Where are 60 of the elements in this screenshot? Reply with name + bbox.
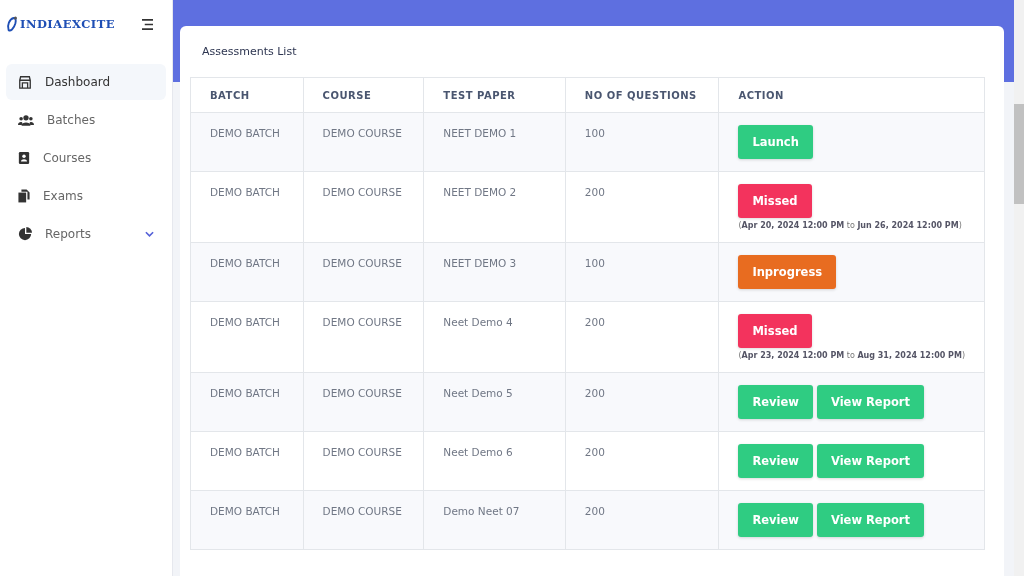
users-icon	[18, 113, 34, 127]
pie-chart-icon	[18, 227, 32, 241]
report-button[interactable]: View Report	[816, 385, 924, 419]
column-header: BATCH	[190, 77, 304, 113]
table-cell: Neet Demo 6	[423, 431, 566, 491]
missed-button[interactable]: Missed	[738, 184, 812, 218]
review-button[interactable]: Review	[738, 385, 813, 419]
table-cell: 100	[565, 242, 719, 302]
table-cell: Demo Neet 07	[423, 490, 566, 550]
card-title: Assessments List	[202, 45, 298, 60]
date-range: (Apr 23, 2024 12:00 PM to Aug 31, 2024 12:00 PM)	[738, 351, 965, 360]
column-header: COURSE	[303, 77, 424, 113]
table-cell: DEMO COURSE	[303, 171, 424, 243]
table-cell: DEMO COURSE	[303, 372, 424, 432]
brand-name: INDIAEXCITE	[20, 17, 115, 31]
column-header: ACTION	[718, 77, 985, 113]
review-button[interactable]: Review	[738, 503, 813, 537]
table-cell: DEMO BATCH	[190, 490, 304, 550]
sidebar-item[interactable]: Batches	[6, 102, 166, 138]
table-cell: DEMO BATCH	[190, 242, 304, 302]
menu-icon[interactable]	[141, 18, 154, 30]
table-cell: Neet Demo 5	[423, 372, 566, 432]
scrollbar[interactable]	[1014, 0, 1024, 576]
table-cell: DEMO BATCH	[190, 431, 304, 491]
inprogress-button[interactable]: Inprogress	[738, 255, 837, 289]
launch-button[interactable]: Launch	[738, 125, 813, 159]
table-cell: 200	[565, 490, 719, 550]
table-cell: 100	[565, 112, 719, 172]
table-cell: 200	[565, 372, 719, 432]
sidebar-item[interactable]: Reports	[6, 216, 166, 252]
table-cell: DEMO COURSE	[303, 490, 424, 550]
table-cell: DEMO COURSE	[303, 112, 424, 172]
copy-icon	[18, 189, 30, 203]
table-cell: DEMO BATCH	[190, 171, 304, 243]
table-cell: DEMO BATCH	[190, 301, 304, 373]
logo-icon	[6, 15, 18, 33]
review-button[interactable]: Review	[738, 444, 813, 478]
table-cell: NEET DEMO 3	[423, 242, 566, 302]
store-icon	[18, 75, 32, 89]
date-range: (Apr 20, 2024 12:00 PM to Jun 26, 2024 12:00 PM)	[738, 221, 963, 230]
table-cell: Neet Demo 4	[423, 301, 566, 373]
column-header: NO OF QUESTIONS	[565, 77, 719, 113]
report-button[interactable]: View Report	[816, 444, 924, 478]
table-cell: 200	[565, 431, 719, 491]
table-cell: DEMO BATCH	[190, 372, 304, 432]
table-cell: DEMO COURSE	[303, 301, 424, 373]
table-cell: NEET DEMO 2	[423, 171, 566, 243]
table-cell: 200	[565, 171, 719, 243]
sidebar-item[interactable]: Dashboard	[6, 64, 166, 100]
sidebar-item[interactable]: Courses	[6, 140, 166, 176]
column-header: TEST PAPER	[423, 77, 566, 113]
table-cell: NEET DEMO 1	[423, 112, 566, 172]
table-cell: DEMO COURSE	[303, 242, 424, 302]
missed-button[interactable]: Missed	[738, 314, 812, 348]
report-button[interactable]: View Report	[816, 503, 924, 537]
contact-icon	[18, 151, 30, 165]
table-cell: DEMO COURSE	[303, 431, 424, 491]
table-cell: DEMO BATCH	[190, 112, 304, 172]
table-cell: 200	[565, 301, 719, 373]
sidebar-item[interactable]: Exams	[6, 178, 166, 214]
